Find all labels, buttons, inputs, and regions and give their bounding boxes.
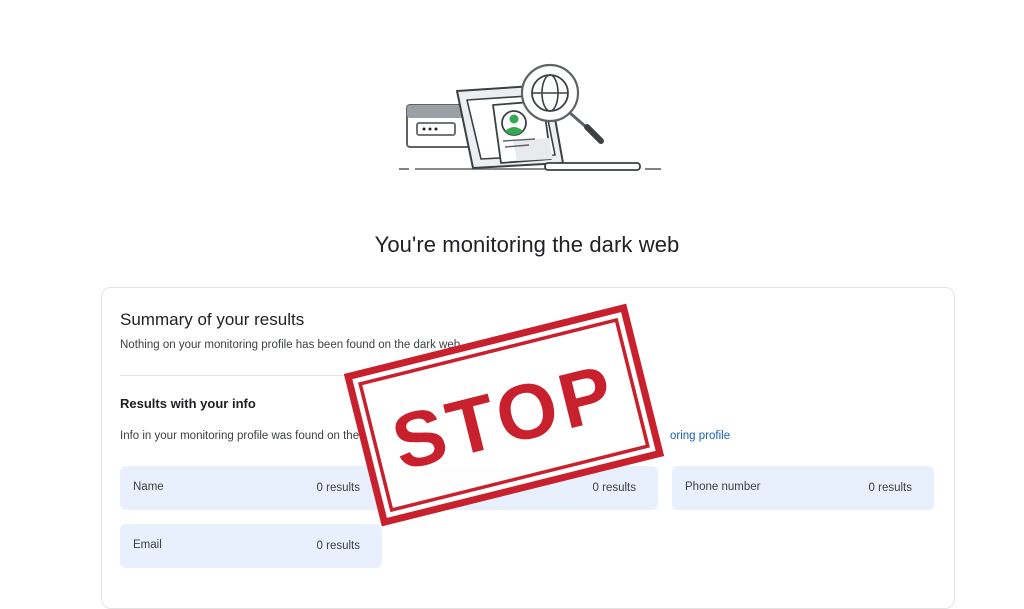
- monitoring-profile-link[interactable]: oring profile: [670, 430, 730, 442]
- results-section-title: Results with your info: [120, 396, 256, 411]
- result-tile-email[interactable]: Email 0 results: [120, 524, 382, 568]
- result-count: 0 results: [316, 482, 360, 494]
- result-count: 0 results: [592, 482, 636, 494]
- result-count: 0 results: [316, 540, 360, 552]
- result-label: Phone number: [685, 481, 761, 493]
- profile-avatar-icon: [501, 110, 527, 136]
- results-section-description: Info in your monitoring profile was foun…: [120, 430, 360, 442]
- dark-web-illustration: [395, 55, 665, 185]
- summary-subtitle: Nothing on your monitoring profile has b…: [120, 339, 464, 351]
- page-title: You're monitoring the dark web: [374, 232, 680, 257]
- result-tile-name[interactable]: Name 0 results: [120, 466, 382, 510]
- result-label: Email: [133, 539, 162, 551]
- result-count: 0 results: [868, 482, 912, 494]
- summary-title: Summary of your results: [120, 310, 305, 329]
- result-label: Name: [133, 481, 164, 493]
- result-tile-phone-number[interactable]: Phone number 0 results: [672, 466, 934, 510]
